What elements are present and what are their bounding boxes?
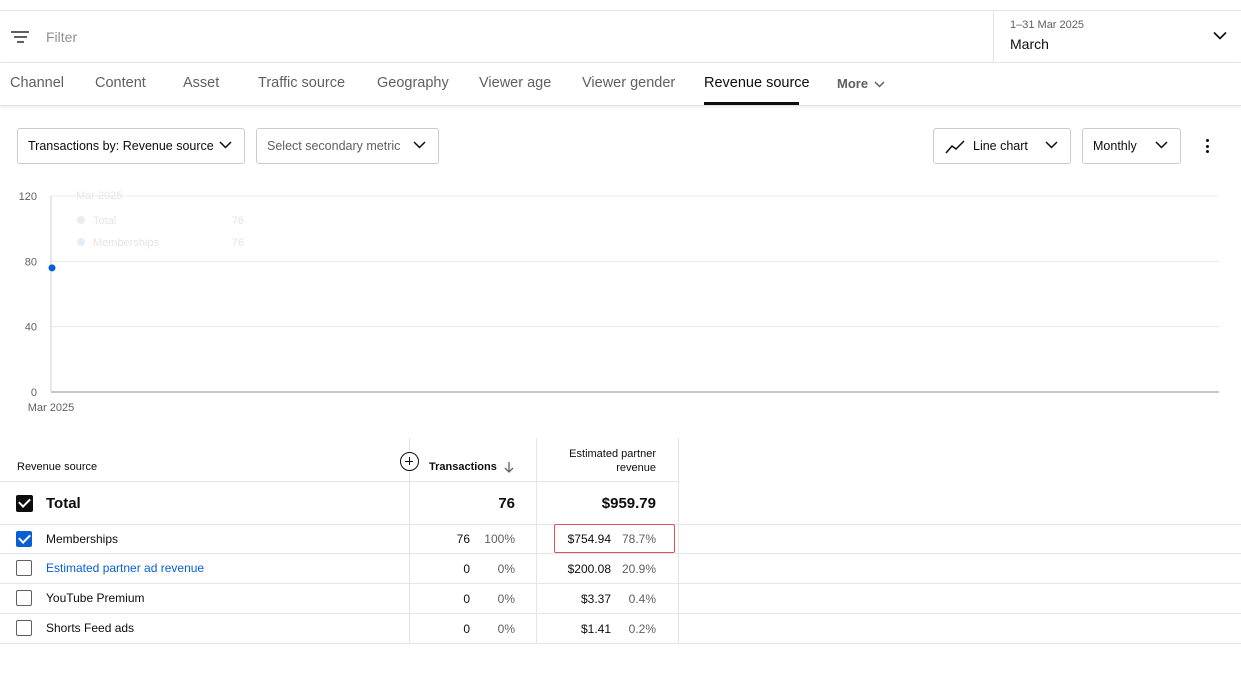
row-name-memberships[interactable]: Memberships bbox=[46, 532, 118, 546]
row-revenue-percent: 0.4% bbox=[628, 592, 656, 606]
tooltip-legend-dot bbox=[77, 216, 85, 224]
primary-metric-label: Transactions by: Revenue source bbox=[28, 139, 214, 153]
more-tabs-label: More bbox=[837, 76, 869, 91]
date-range-picker[interactable]: 1–31 Mar 2025 March bbox=[993, 11, 1241, 62]
chevron-down-icon bbox=[219, 141, 232, 149]
filter-bar: Filter 1–31 Mar 2025 March bbox=[0, 10, 1241, 63]
row-checkbox-memberships[interactable] bbox=[16, 531, 32, 547]
row-divider bbox=[0, 643, 1241, 644]
row-transactions-percent: 0% bbox=[497, 592, 515, 606]
column-header-revenue-source[interactable]: Revenue source bbox=[17, 461, 97, 473]
chevron-down-icon bbox=[1155, 141, 1168, 149]
row-revenue-percent: 20.9% bbox=[621, 562, 656, 576]
row-revenue: $200.08 bbox=[567, 562, 611, 576]
row-name-shorts-feed-ads[interactable]: Shorts Feed ads bbox=[46, 621, 134, 635]
row-divider bbox=[0, 583, 1241, 584]
row-divider bbox=[0, 481, 678, 482]
chevron-down-icon bbox=[874, 81, 885, 88]
tab-viewer-age[interactable]: Viewer age bbox=[479, 75, 551, 91]
line-chart-icon bbox=[945, 140, 965, 154]
interval-dropdown[interactable]: Monthly bbox=[1082, 128, 1181, 164]
y-tick-label: 120 bbox=[19, 191, 37, 203]
primary-metric-dropdown[interactable]: Transactions by: Revenue source bbox=[17, 128, 245, 164]
column-header-transactions[interactable]: Transactions bbox=[429, 461, 514, 474]
chevron-down-icon bbox=[1213, 31, 1227, 40]
column-header-transactions-label: Transactions bbox=[429, 461, 497, 473]
total-label: Total bbox=[46, 495, 81, 512]
row-transactions-percent: 0% bbox=[497, 622, 515, 636]
dimension-tabs: Channel Content Asset Traffic source Geo… bbox=[0, 63, 1241, 106]
chevron-down-icon bbox=[413, 141, 426, 149]
row-name-youtube-premium[interactable]: YouTube Premium bbox=[46, 591, 145, 605]
row-divider bbox=[0, 613, 1241, 614]
tab-geography[interactable]: Geography bbox=[377, 75, 449, 91]
line-chart: 0 40 80 120 Mar 2025 Mar 2025 Total 76 Membershi… bbox=[19, 190, 1219, 414]
tooltip-series-value: 76 bbox=[232, 215, 244, 227]
tab-content[interactable]: Content bbox=[95, 75, 146, 91]
y-tick-label: 80 bbox=[25, 256, 37, 268]
active-tab-indicator bbox=[704, 102, 799, 105]
tab-viewer-gender[interactable]: Viewer gender bbox=[582, 75, 675, 91]
chart-type-dropdown[interactable]: Line chart bbox=[933, 128, 1071, 164]
filter-icon[interactable] bbox=[11, 29, 29, 43]
row-checkbox-youtube-premium[interactable] bbox=[16, 590, 32, 606]
more-tabs-button[interactable]: More bbox=[837, 76, 885, 91]
x-tick-label: Mar 2025 bbox=[28, 402, 74, 414]
tooltip-series-value: 76 bbox=[232, 237, 244, 249]
tab-revenue-source[interactable]: Revenue source bbox=[704, 75, 810, 91]
y-tick-label: 0 bbox=[31, 387, 37, 399]
row-transactions: 0 bbox=[463, 562, 470, 576]
row-transactions: 0 bbox=[463, 622, 470, 636]
row-revenue: $3.37 bbox=[580, 592, 611, 606]
row-revenue-percent: 0.2% bbox=[628, 622, 656, 636]
tab-channel[interactable]: Channel bbox=[10, 75, 64, 91]
secondary-metric-label: Select secondary metric bbox=[267, 139, 401, 153]
tab-asset[interactable]: Asset bbox=[183, 75, 219, 91]
highlight-box bbox=[554, 524, 675, 553]
tooltip-series-name: Memberships bbox=[93, 237, 160, 249]
tooltip-legend-dot bbox=[77, 238, 85, 246]
column-header-revenue-line2: revenue bbox=[616, 462, 656, 474]
tab-traffic-source[interactable]: Traffic source bbox=[258, 75, 345, 91]
add-column-icon[interactable] bbox=[400, 452, 419, 471]
row-transactions: 0 bbox=[463, 592, 470, 606]
sort-descending-icon bbox=[504, 462, 514, 474]
row-divider bbox=[0, 553, 1241, 554]
row-transactions: 76 bbox=[456, 532, 470, 546]
column-header-estimated-partner-revenue[interactable]: Estimated partner revenue bbox=[540, 447, 656, 475]
more-options-icon[interactable] bbox=[1205, 138, 1211, 154]
secondary-metric-dropdown[interactable]: Select secondary metric bbox=[256, 128, 439, 164]
date-period-label: March bbox=[1010, 36, 1049, 52]
tooltip-series-name: Total bbox=[93, 215, 116, 227]
chart-type-label: Line chart bbox=[973, 139, 1028, 153]
row-transactions-percent: 0% bbox=[497, 562, 515, 576]
data-point bbox=[48, 264, 56, 272]
interval-label: Monthly bbox=[1093, 139, 1137, 153]
column-header-revenue-line1: Estimated partner bbox=[569, 448, 656, 460]
chevron-down-icon bbox=[1045, 141, 1058, 149]
row-checkbox-shorts-feed-ads[interactable] bbox=[16, 620, 32, 636]
total-transactions: 76 bbox=[498, 495, 515, 512]
total-checkbox[interactable] bbox=[16, 495, 33, 512]
filter-input[interactable]: Filter bbox=[46, 29, 77, 45]
row-transactions-percent: 100% bbox=[484, 532, 515, 546]
row-revenue: $1.41 bbox=[580, 622, 611, 636]
date-range-text: 1–31 Mar 2025 bbox=[1010, 19, 1084, 31]
row-name-estimated-partner-ad-revenue[interactable]: Estimated partner ad revenue bbox=[46, 561, 204, 575]
total-revenue: $959.79 bbox=[601, 495, 656, 512]
y-tick-label: 40 bbox=[25, 322, 37, 334]
tooltip-title: Mar 2025 bbox=[76, 190, 122, 202]
row-checkbox-estimated-partner-ad-revenue[interactable] bbox=[16, 560, 32, 576]
